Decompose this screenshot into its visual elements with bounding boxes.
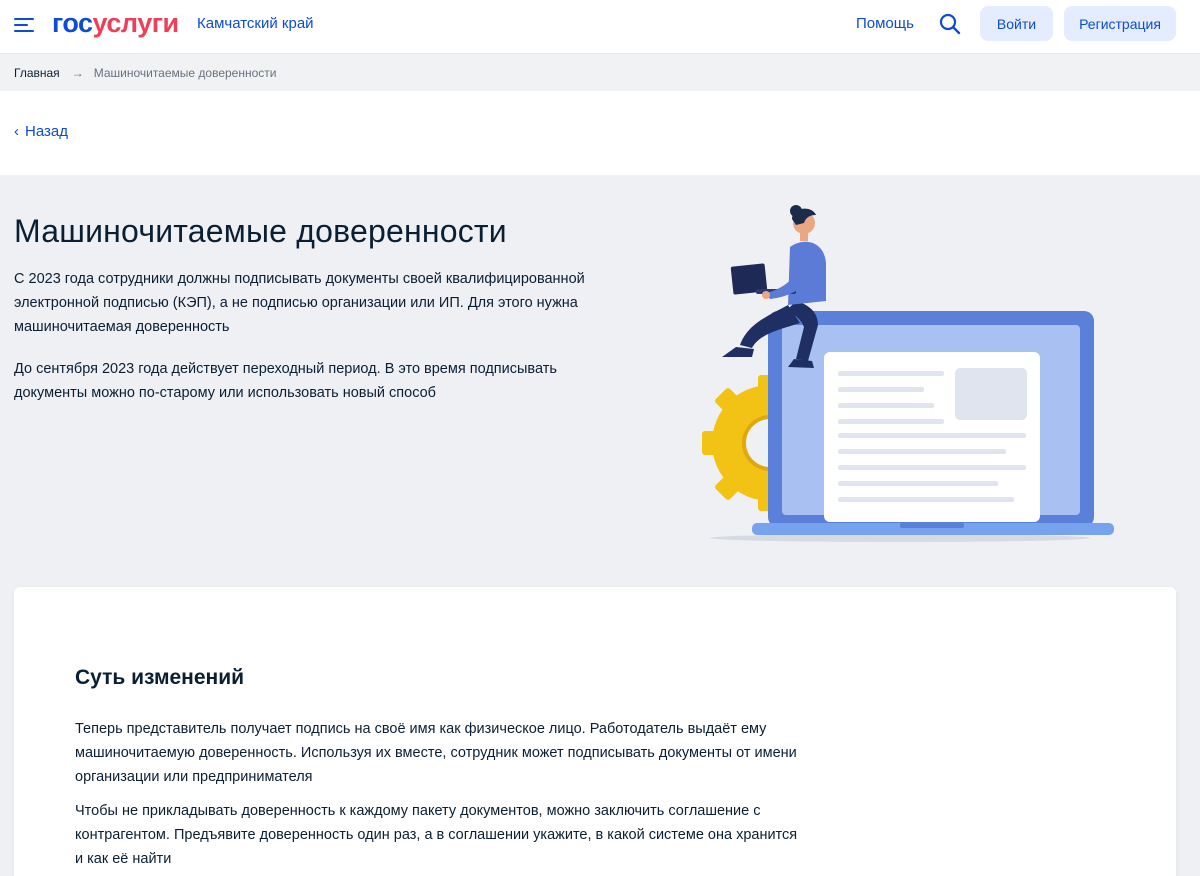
section-title: Суть изменений xyxy=(75,666,245,689)
login-button[interactable]: Войти xyxy=(980,6,1053,41)
burger-menu-icon[interactable] xyxy=(14,16,34,32)
arrow-right-icon: → xyxy=(71,65,84,80)
breadcrumb-current: Машиночитаемые доверенности xyxy=(93,65,277,80)
help-link[interactable]: Помощь xyxy=(856,15,914,32)
gosuslugi-logo[interactable]: госуслуги xyxy=(52,8,179,38)
region-selector[interactable]: Камчатский край xyxy=(197,15,314,32)
changes-card: Суть изменений Теперь представитель полу… xyxy=(14,587,1176,876)
chevron-left-icon: ‹ xyxy=(14,123,19,140)
card-paragraph-2: Чтобы не прикладывать доверенность к каж… xyxy=(75,803,798,867)
back-link[interactable]: ‹ Назад xyxy=(14,123,68,140)
header: госуслуги Камчатский край Помощь Войти Р… xyxy=(0,0,1200,54)
person-laptop-illustration xyxy=(702,205,1114,542)
hero-paragraph-1: С 2023 года сотрудники должны подписыват… xyxy=(14,271,585,335)
page-title: Машиночитаемые доверенности xyxy=(14,213,507,249)
breadcrumb-home-link[interactable]: Главная xyxy=(14,66,60,80)
logo-part-uslugi: услуги xyxy=(92,8,180,38)
logo-part-gos: гос xyxy=(52,8,93,38)
register-button[interactable]: Регистрация xyxy=(1064,6,1176,41)
hero-paragraph-2: До сентября 2023 года действует переходн… xyxy=(14,361,557,401)
breadcrumb: Главная → Машиночитаемые доверенности xyxy=(0,54,1200,91)
back-label: Назад xyxy=(25,123,68,140)
search-icon[interactable] xyxy=(938,12,962,36)
card-paragraph-1: Теперь представитель получает подпись на… xyxy=(75,721,797,785)
